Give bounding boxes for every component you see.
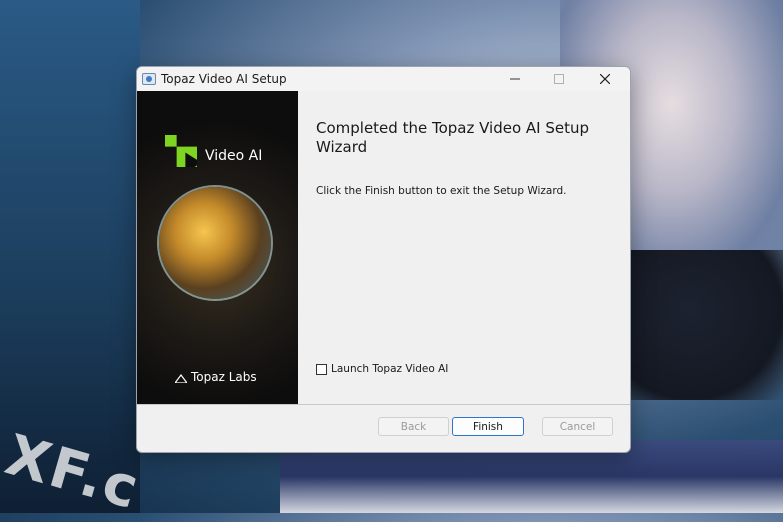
launch-checkbox[interactable] — [316, 363, 327, 375]
video-ai-logo-icon — [165, 135, 197, 167]
close-icon — [600, 74, 610, 84]
finish-button[interactable]: Finish — [452, 417, 524, 436]
page-title: Completed the Topaz Video AI Setup Wizar… — [316, 119, 590, 156]
footer-divider — [137, 404, 630, 405]
wizard-content: Completed the Topaz Video AI Setup Wizar… — [298, 91, 630, 404]
maximize-button[interactable] — [537, 67, 581, 91]
close-button[interactable] — [583, 67, 627, 91]
installer-icon — [142, 73, 156, 85]
launch-checkbox-label[interactable]: Launch Topaz Video AI — [331, 363, 448, 375]
product-name: Video AI — [205, 148, 263, 164]
setup-window: Topaz Video AI Setup Video AI Topaz Labs… — [136, 66, 631, 453]
minimize-button[interactable] — [493, 67, 537, 91]
back-button[interactable]: Back — [378, 417, 449, 436]
wallpaper-collar-region — [630, 250, 783, 400]
maximize-icon — [554, 74, 564, 84]
cancel-button[interactable]: Cancel — [542, 417, 613, 436]
glass-orb-image — [159, 187, 271, 299]
minimize-icon — [510, 78, 520, 80]
topaz-labs-logo-icon — [175, 374, 187, 383]
launch-option[interactable]: Launch Topaz Video AI — [316, 363, 448, 375]
instruction-text: Click the Finish button to exit the Setu… — [316, 185, 567, 197]
wizard-sidebar-banner: Video AI Topaz Labs — [137, 91, 298, 404]
brand-name: Topaz Labs — [191, 370, 257, 384]
window-title: Topaz Video AI Setup — [161, 72, 287, 86]
title-bar[interactable]: Topaz Video AI Setup — [137, 67, 630, 91]
